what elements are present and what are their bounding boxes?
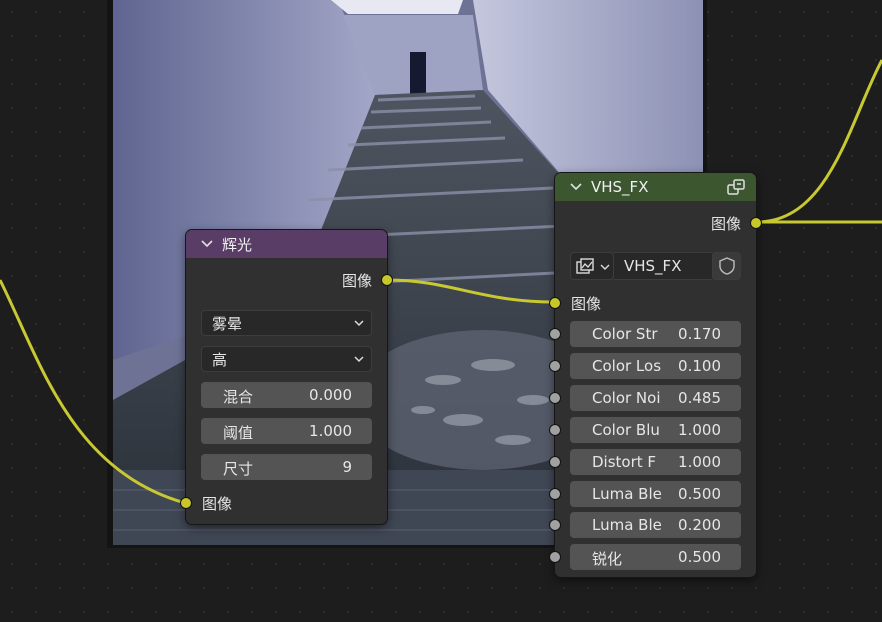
color-noise-socket[interactable] xyxy=(549,392,561,404)
glare-node[interactable]: 辉光 图像 雾晕 高 混合 0.000 阈值 1.000 尺寸 9 图像 xyxy=(180,229,393,525)
luma-blend-1-field[interactable]: Luma Ble 0.500 xyxy=(570,481,741,507)
vhs-fx-node-header[interactable]: VHS_FX xyxy=(555,173,756,201)
color-blur-value: 1.000 xyxy=(678,421,721,439)
luma-blend-2-label: Luma Ble xyxy=(592,516,662,534)
distort-factor-socket[interactable] xyxy=(549,456,561,468)
glare-input-label: 图像 xyxy=(202,495,233,513)
glare-node-header[interactable]: 辉光 xyxy=(186,230,387,258)
color-strength-label: Color Str xyxy=(592,325,658,343)
chevron-down-icon xyxy=(354,356,364,363)
mix-value: 0.000 xyxy=(309,386,352,404)
luma-blend-2-socket[interactable] xyxy=(549,519,561,531)
luma-blend-1-label: Luma Ble xyxy=(592,485,662,503)
sharpen-label: 锐化 xyxy=(592,550,623,568)
chevron-down-icon[interactable] xyxy=(569,180,583,194)
mix-label: 混合 xyxy=(223,388,254,406)
threshold-label: 阈值 xyxy=(223,424,254,442)
mix-field[interactable]: 混合 0.000 xyxy=(201,382,372,408)
fake-user-button[interactable] xyxy=(712,252,741,280)
color-strength-value: 0.170 xyxy=(678,325,721,343)
threshold-value: 1.000 xyxy=(309,422,352,440)
color-noise-field[interactable]: Color Noi 0.485 xyxy=(570,385,741,411)
threshold-field[interactable]: 阈值 1.000 xyxy=(201,418,372,444)
vhs-output-socket[interactable] xyxy=(750,217,762,229)
sharpen-value: 0.500 xyxy=(678,548,721,566)
luma-blend-2-field[interactable]: Luma Ble 0.200 xyxy=(570,512,741,538)
color-loss-socket[interactable] xyxy=(549,360,561,372)
color-strength-socket[interactable] xyxy=(549,328,561,340)
luma-blend-1-socket[interactable] xyxy=(549,488,561,500)
vhs-fx-group-node[interactable]: VHS_FX 图像 VHS_FX 图像 Color Str 0.170 Colo… xyxy=(549,172,762,578)
luma-blend-1-value: 0.500 xyxy=(678,485,721,503)
vhs-fx-node-title: VHS_FX xyxy=(591,178,649,196)
vhs-image-input-socket[interactable] xyxy=(549,297,561,309)
node-tree-icon xyxy=(576,258,594,274)
shield-icon xyxy=(719,257,735,275)
color-loss-value: 0.100 xyxy=(678,357,721,375)
node-group-name-field[interactable]: VHS_FX xyxy=(614,252,712,280)
quality-dropdown[interactable]: 高 xyxy=(201,346,372,372)
chevron-down-icon xyxy=(354,320,364,327)
color-blur-socket[interactable] xyxy=(549,424,561,436)
node-group-name: VHS_FX xyxy=(624,257,682,275)
vhs-output-label: 图像 xyxy=(710,215,741,233)
luma-blend-2-value: 0.200 xyxy=(678,516,721,534)
glare-type-value: 雾晕 xyxy=(212,314,243,333)
color-blur-field[interactable]: Color Blu 1.000 xyxy=(570,417,741,443)
size-label: 尺寸 xyxy=(223,460,254,478)
glare-input-socket[interactable] xyxy=(180,497,192,509)
color-loss-field[interactable]: Color Los 0.100 xyxy=(570,353,741,379)
distort-factor-value: 1.000 xyxy=(678,453,721,471)
color-strength-field[interactable]: Color Str 0.170 xyxy=(570,321,741,347)
glare-output-label: 图像 xyxy=(341,272,372,290)
vhs-image-input-label: 图像 xyxy=(571,295,602,313)
color-noise-label: Color Noi xyxy=(592,389,661,407)
node-group-browse-button[interactable] xyxy=(570,252,614,280)
color-blur-label: Color Blu xyxy=(592,421,660,439)
size-field[interactable]: 尺寸 9 xyxy=(201,454,372,480)
size-value: 9 xyxy=(342,458,352,476)
glare-output-socket[interactable] xyxy=(381,274,393,286)
chevron-down-icon[interactable] xyxy=(200,237,214,251)
color-loss-label: Color Los xyxy=(592,357,662,375)
distort-factor-label: Distort F xyxy=(592,453,657,471)
color-noise-value: 0.485 xyxy=(678,389,721,407)
sharpen-field[interactable]: 锐化 0.500 xyxy=(570,544,741,570)
node-group-icon[interactable] xyxy=(726,177,746,197)
glare-node-title: 辉光 xyxy=(222,235,253,254)
glare-type-dropdown[interactable]: 雾晕 xyxy=(201,310,372,336)
sharpen-socket[interactable] xyxy=(549,551,561,563)
distort-factor-field[interactable]: Distort F 1.000 xyxy=(570,449,741,475)
chevron-down-icon xyxy=(600,264,610,270)
quality-value: 高 xyxy=(212,350,228,369)
